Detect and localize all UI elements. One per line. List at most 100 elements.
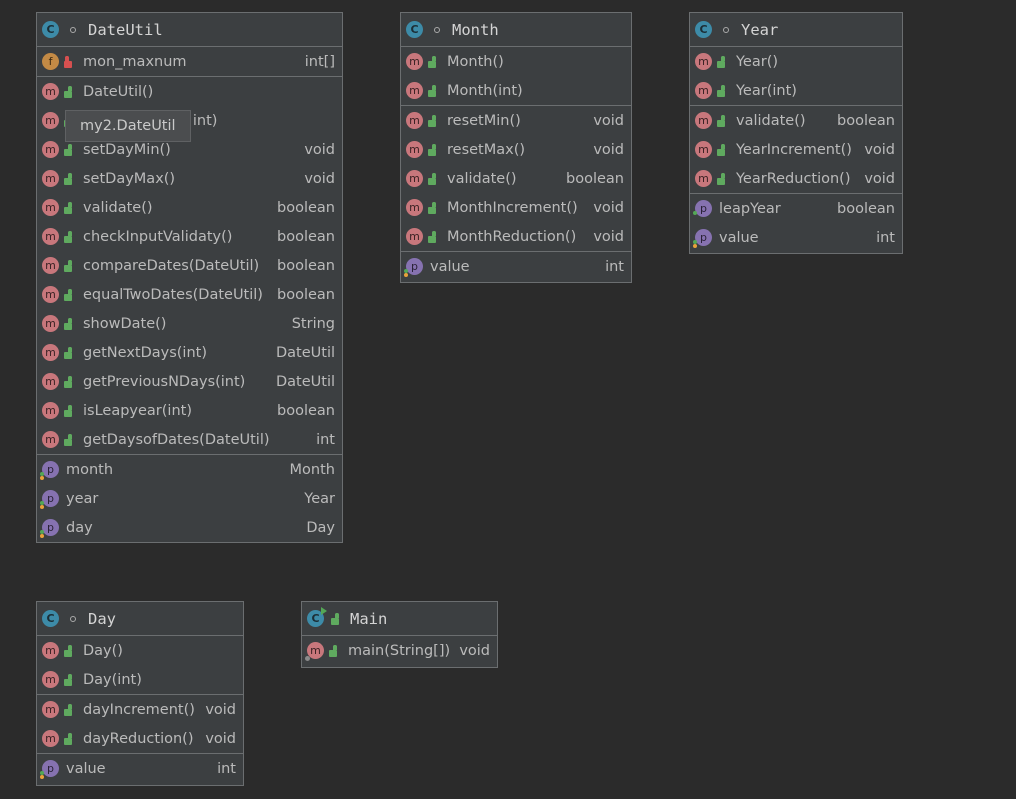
method-row[interactable]: m resetMax() void bbox=[401, 135, 631, 164]
property-row[interactable]: p value int bbox=[37, 754, 243, 783]
methods-section: m dayIncrement() void m dayReduction() v… bbox=[37, 695, 243, 754]
class-icon: C bbox=[42, 21, 59, 38]
property-row[interactable]: p value int bbox=[401, 252, 631, 281]
method-row[interactable]: m Month(int) bbox=[401, 76, 631, 105]
static-method-icon: m bbox=[305, 642, 324, 661]
member-name: Year(int) bbox=[736, 82, 797, 99]
method-row[interactable]: m MonthIncrement() void bbox=[401, 193, 631, 222]
member-type: boolean bbox=[277, 402, 335, 419]
member-name: mon_maxnum bbox=[83, 53, 187, 70]
member-name: validate() bbox=[83, 199, 153, 216]
method-icon: m bbox=[42, 257, 59, 274]
public-unlock-icon bbox=[428, 55, 438, 68]
runnable-class-icon: C bbox=[307, 607, 327, 627]
class-header[interactable]: C Day bbox=[37, 602, 243, 636]
public-unlock-icon bbox=[64, 703, 74, 716]
public-unlock-icon bbox=[717, 114, 727, 127]
member-type: int bbox=[316, 431, 335, 448]
property-row[interactable]: p month Month bbox=[37, 455, 342, 484]
public-unlock-icon bbox=[64, 433, 74, 446]
method-row[interactable]: m equalTwoDates(DateUtil) boolean bbox=[37, 280, 342, 309]
class-header[interactable]: C Month bbox=[401, 13, 631, 47]
class-node-dateutil[interactable]: C DateUtil f mon_maxnum int[] m DateUtil… bbox=[36, 12, 343, 543]
public-unlock-icon bbox=[717, 172, 727, 185]
class-header[interactable]: C Main bbox=[302, 602, 497, 636]
property-icon: p bbox=[693, 229, 712, 248]
method-icon: m bbox=[42, 730, 59, 747]
method-row[interactable]: m resetMin() void bbox=[401, 106, 631, 135]
public-unlock-icon bbox=[428, 114, 438, 127]
method-row[interactable]: m validate() boolean bbox=[401, 164, 631, 193]
method-icon: m bbox=[42, 402, 59, 419]
public-unlock-icon bbox=[331, 612, 341, 625]
property-row[interactable]: p year Year bbox=[37, 484, 342, 513]
public-unlock-icon bbox=[64, 230, 74, 243]
method-row[interactable]: m YearIncrement() void bbox=[690, 135, 902, 164]
property-row[interactable]: p value int bbox=[690, 223, 902, 252]
method-row[interactable]: m main(String[]) void bbox=[302, 636, 497, 665]
member-type: DateUtil bbox=[275, 373, 335, 390]
member-name: getDaysofDates(DateUtil) bbox=[83, 431, 270, 448]
method-icon: m bbox=[42, 286, 59, 303]
class-node-month[interactable]: C Month m Month() m Month(int) m resetMi… bbox=[400, 12, 632, 283]
fields-section: f mon_maxnum int[] bbox=[37, 47, 342, 77]
method-row[interactable]: m dayIncrement() void bbox=[37, 695, 243, 724]
property-row[interactable]: p leapYear boolean bbox=[690, 194, 902, 223]
member-name: resetMax() bbox=[447, 141, 526, 158]
member-name: dayIncrement() bbox=[83, 701, 195, 718]
method-row[interactable]: m validate() boolean bbox=[690, 106, 902, 135]
method-row[interactable]: m Year() bbox=[690, 47, 902, 76]
method-row[interactable]: m checkInputValidaty() boolean bbox=[37, 222, 342, 251]
method-row[interactable]: m Month() bbox=[401, 47, 631, 76]
method-row[interactable]: m getPreviousNDays(int) DateUtil bbox=[37, 367, 342, 396]
method-icon: m bbox=[406, 53, 423, 70]
method-icon: m bbox=[695, 53, 712, 70]
method-row[interactable]: m getNextDays(int) DateUtil bbox=[37, 338, 342, 367]
field-row[interactable]: f mon_maxnum int[] bbox=[37, 47, 342, 76]
method-row[interactable]: m showDate() String bbox=[37, 309, 342, 338]
method-icon: m bbox=[42, 701, 59, 718]
class-node-main[interactable]: C Main m main(String[]) void bbox=[301, 601, 498, 668]
class-header[interactable]: C DateUtil bbox=[37, 13, 342, 47]
class-node-day[interactable]: C Day m Day() m Day(int) m dayIncrement(… bbox=[36, 601, 244, 786]
abstract-marker-icon bbox=[70, 26, 76, 33]
member-type: int bbox=[217, 760, 236, 777]
class-node-year[interactable]: C Year m Year() m Year(int) m validate()… bbox=[689, 12, 903, 254]
class-name: Day bbox=[88, 609, 116, 628]
property-icon: p bbox=[40, 519, 59, 538]
member-name: Day() bbox=[83, 642, 123, 659]
method-row[interactable]: m validate() boolean bbox=[37, 193, 342, 222]
method-row[interactable]: m DateUtil() bbox=[37, 77, 342, 106]
method-row[interactable]: m Day() bbox=[37, 636, 243, 665]
method-row[interactable]: m dayReduction() void bbox=[37, 724, 243, 753]
method-row[interactable]: m Day(int) bbox=[37, 665, 243, 694]
method-row[interactable]: m Year(int) bbox=[690, 76, 902, 105]
method-icon: m bbox=[42, 83, 59, 100]
member-type: boolean bbox=[566, 170, 624, 187]
property-row[interactable]: p day Day bbox=[37, 513, 342, 542]
public-unlock-icon bbox=[428, 172, 438, 185]
member-type: void bbox=[459, 642, 490, 659]
member-name: MonthReduction() bbox=[447, 228, 577, 245]
method-icon: m bbox=[42, 671, 59, 688]
member-name: dayReduction() bbox=[83, 730, 194, 747]
method-row[interactable]: m MonthReduction() void bbox=[401, 222, 631, 251]
member-name: Year() bbox=[736, 53, 779, 70]
method-row[interactable]: m setDayMax() void bbox=[37, 164, 342, 193]
method-row[interactable]: m YearReduction() void bbox=[690, 164, 902, 193]
method-icon: m bbox=[42, 315, 59, 332]
class-header[interactable]: C Year bbox=[690, 13, 902, 47]
property-icon: p bbox=[40, 461, 59, 480]
method-row[interactable]: m isLeapyear(int) boolean bbox=[37, 396, 342, 425]
member-name: getPreviousNDays(int) bbox=[83, 373, 246, 390]
method-icon: m bbox=[406, 141, 423, 158]
public-unlock-icon bbox=[329, 644, 339, 657]
member-name: setDayMax() bbox=[83, 170, 176, 187]
tooltip-text: my2.DateUtil bbox=[80, 118, 176, 134]
member-name: isLeapyear(int) bbox=[83, 402, 192, 419]
method-row[interactable]: m compareDates(DateUtil) boolean bbox=[37, 251, 342, 280]
method-row[interactable]: m getDaysofDates(DateUtil) int bbox=[37, 425, 342, 454]
constructors-section: m Year() m Year(int) bbox=[690, 47, 902, 106]
methods-section: m resetMin() void m resetMax() void m va… bbox=[401, 106, 631, 252]
member-name: day bbox=[66, 519, 93, 536]
